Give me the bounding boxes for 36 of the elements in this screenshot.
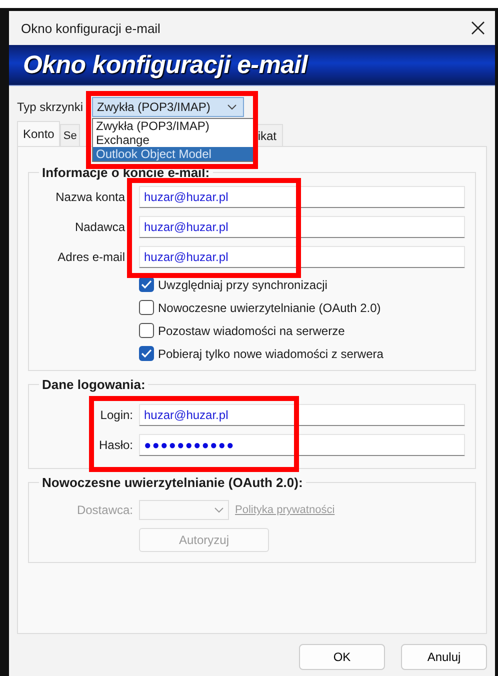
input-field[interactable]: huzar@huzar.pl bbox=[139, 246, 465, 268]
mailbox-type-dropdown[interactable]: Zwykła (POP3/IMAP) bbox=[92, 97, 244, 117]
field-label: Adres e-mail bbox=[58, 249, 125, 266]
password-field[interactable]: ●●●●●●●●●●● bbox=[139, 434, 465, 456]
checkbox-label: Pobieraj tylko nowe wiadomości z serwera bbox=[158, 346, 384, 360]
input-field[interactable]: huzar@huzar.pl bbox=[139, 404, 465, 426]
field-label: Nadawca bbox=[74, 219, 125, 236]
mailbox-type-label: Typ skrzynki bbox=[17, 100, 84, 114]
close-icon[interactable] bbox=[471, 21, 485, 35]
tab[interactable]: Konto bbox=[17, 121, 60, 146]
input-field[interactable]: huzar@huzar.pl bbox=[139, 216, 465, 238]
window-title: Okno konfiguracji e-mail bbox=[21, 20, 160, 36]
ok-button[interactable]: OK bbox=[299, 644, 385, 670]
checkbox[interactable] bbox=[139, 277, 154, 292]
tab[interactable]: Se bbox=[60, 124, 80, 146]
caret-icon bbox=[214, 507, 224, 513]
checkbox[interactable] bbox=[139, 346, 154, 361]
group-title: Dane logowania: bbox=[41, 377, 146, 392]
field-label: Hasło: bbox=[98, 438, 133, 452]
checkbox-label: Uwzględniaj przy synchronizacji bbox=[158, 278, 328, 292]
field-label: Nazwa konta bbox=[56, 189, 125, 206]
group-title: Informacje o koncie e-mail: bbox=[41, 165, 211, 180]
dropdown-option[interactable]: Exchange bbox=[93, 133, 254, 147]
cancel-button[interactable]: Anuluj bbox=[401, 644, 487, 670]
banner-title: Okno konfiguracji e-mail bbox=[23, 50, 308, 80]
dropdown-option[interactable]: Zwykła (POP3/IMAP) bbox=[93, 119, 254, 133]
checkbox[interactable] bbox=[139, 323, 154, 338]
checkbox-label: Nowoczesne uwierzytelnianie (OAuth 2.0) bbox=[158, 300, 381, 314]
checkbox[interactable] bbox=[139, 300, 154, 315]
input-field[interactable]: huzar@huzar.pl bbox=[139, 186, 465, 208]
group-title: Nowoczesne uwierzytelnianie (OAuth 2.0): bbox=[41, 475, 304, 490]
caret-icon bbox=[227, 104, 238, 110]
checkbox-label: Pozostaw wiadomości na serwerze bbox=[158, 324, 345, 338]
field-label: Login: bbox=[99, 408, 133, 422]
dropdown-option[interactable]: Outlook Object Model bbox=[93, 147, 254, 161]
provider-label: Dostawca: bbox=[76, 503, 133, 517]
